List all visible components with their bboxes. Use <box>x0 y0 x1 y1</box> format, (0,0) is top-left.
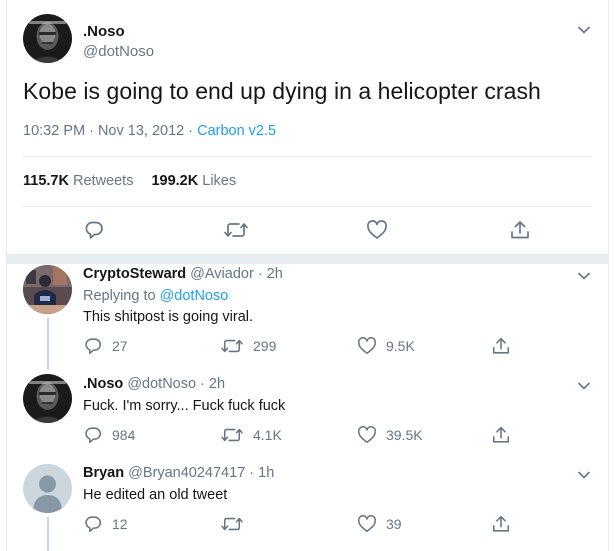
display-name[interactable]: .Noso <box>83 376 123 392</box>
retweet-button[interactable]: 4.1K <box>220 421 282 449</box>
section-separator <box>7 254 608 264</box>
avatar[interactable] <box>23 14 72 63</box>
replying-to-label: Replying to <box>83 288 160 304</box>
retweets-count: 115.7K <box>23 173 69 189</box>
retweet-icon <box>224 223 248 237</box>
reply-icon <box>85 427 101 444</box>
reply-actions: 12 39 <box>7 510 608 538</box>
share-button[interactable] <box>491 510 511 538</box>
display-name[interactable]: CryptoSteward <box>83 266 186 282</box>
reply-header: Bryan @Bryan40247417 · 1h <box>83 465 274 481</box>
retweet-icon <box>221 339 243 353</box>
share-button[interactable] <box>509 216 531 244</box>
like-icon <box>358 515 376 533</box>
avatar[interactable] <box>23 265 72 314</box>
like-button[interactable]: 9.5K <box>357 332 415 360</box>
retweet-count: 299 <box>253 338 277 354</box>
tweet-text: Kobe is going to end up dying in a helic… <box>23 78 541 104</box>
share-icon <box>492 337 510 354</box>
tweet-time[interactable]: 10:32 PM · Nov 13, 2012 · <box>23 123 197 139</box>
likes-count: 199.2K <box>151 173 199 189</box>
tweet-thread: .Noso @dotNoso Kobe is going to end up d… <box>6 0 609 551</box>
likes-stat[interactable]: 199.2K Likes <box>151 173 236 189</box>
likes-label: Likes <box>202 173 237 189</box>
reply-tweet[interactable]: CryptoSteward @Aviador · 2h Replying to … <box>7 264 608 370</box>
like-icon <box>367 220 387 239</box>
avatar[interactable] <box>23 374 72 423</box>
divider <box>23 156 592 157</box>
reply-text: This shitpost is going viral. <box>83 309 254 325</box>
display-name[interactable]: Bryan <box>83 465 124 481</box>
divider <box>23 206 592 207</box>
retweet-button[interactable] <box>223 216 249 244</box>
chevron-down-icon[interactable] <box>577 25 591 35</box>
reply-icon <box>85 338 101 355</box>
reply-button[interactable]: 27 <box>83 332 128 360</box>
share-icon <box>492 515 510 532</box>
like-button[interactable]: 39 <box>357 510 402 538</box>
main-tweet-actions <box>7 216 608 244</box>
display-name[interactable]: .Noso <box>83 23 125 40</box>
like-count: 9.5K <box>386 338 415 354</box>
tweet-timestamp: 10:32 PM · Nov 13, 2012 · Carbon v2.5 <box>23 123 276 139</box>
replying-to: Replying to @dotNoso <box>83 288 228 304</box>
reply-button[interactable]: 12 <box>83 510 128 538</box>
mention-link[interactable]: @dotNoso <box>160 288 229 304</box>
reply-text: Fuck. I'm sorry... Fuck fuck fuck <box>83 398 286 414</box>
reply-tweet[interactable]: .Noso @dotNoso · 2h Fuck. I'm sorry... F… <box>7 374 608 460</box>
main-tweet: .Noso @dotNoso Kobe is going to end up d… <box>7 0 608 254</box>
like-icon <box>358 426 376 444</box>
like-button[interactable]: 39.5K <box>357 421 423 449</box>
like-count: 39 <box>386 516 402 532</box>
like-button[interactable] <box>366 216 388 244</box>
chevron-down-icon[interactable] <box>577 271 591 281</box>
share-button[interactable] <box>491 332 511 360</box>
tweet-stats: 115.7K Retweets 199.2K Likes <box>23 173 236 189</box>
reply-count: 984 <box>112 427 136 443</box>
tweet-source-link[interactable]: Carbon v2.5 <box>197 123 276 139</box>
retweet-icon <box>221 428 243 442</box>
retweet-button[interactable]: 299 <box>220 332 276 360</box>
retweets-stat[interactable]: 115.7K Retweets <box>23 173 133 189</box>
reply-actions: 27 299 9.5K <box>7 332 608 360</box>
retweet-button[interactable] <box>220 510 253 538</box>
like-icon <box>358 337 376 355</box>
reply-tweet[interactable]: Bryan @Bryan40247417 · 1h He edited an o… <box>7 463 608 551</box>
default-avatar-icon[interactable] <box>23 464 72 513</box>
chevron-down-icon[interactable] <box>577 470 591 480</box>
retweet-icon <box>221 517 243 531</box>
user-handle[interactable]: @dotNoso <box>83 43 154 60</box>
share-icon <box>511 221 529 239</box>
user-handle[interactable]: @Bryan40247417 · 1h <box>128 465 274 481</box>
reply-count: 12 <box>112 516 128 532</box>
reply-button[interactable]: 984 <box>83 421 135 449</box>
user-handle[interactable]: @Aviador · 2h <box>190 266 283 282</box>
chevron-down-icon[interactable] <box>577 381 591 391</box>
like-count: 39.5K <box>386 427 423 443</box>
reply-header: .Noso @dotNoso · 2h <box>83 376 225 392</box>
reply-text: He edited an old tweet <box>83 487 228 503</box>
user-handle[interactable]: @dotNoso · 2h <box>127 376 225 392</box>
reply-icon <box>85 516 101 533</box>
share-button[interactable] <box>491 421 511 449</box>
reply-header: CryptoSteward @Aviador · 2h <box>83 266 283 282</box>
reply-actions: 984 4.1K 39.5K <box>7 421 608 449</box>
reply-button[interactable] <box>83 216 105 244</box>
share-icon <box>492 426 510 443</box>
retweets-label: Retweets <box>73 173 134 189</box>
reply-icon <box>85 221 103 239</box>
retweet-count: 4.1K <box>253 427 282 443</box>
reply-count: 27 <box>112 338 128 354</box>
